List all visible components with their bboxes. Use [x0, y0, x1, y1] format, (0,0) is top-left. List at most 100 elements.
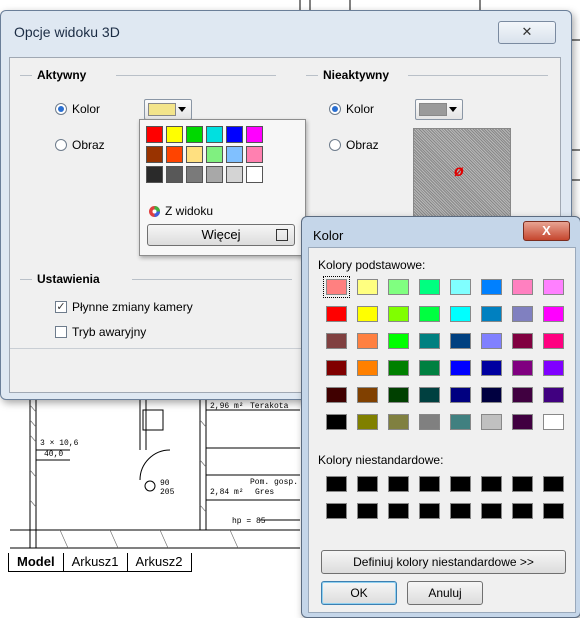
basic-color-swatch[interactable]: [388, 387, 409, 403]
custom-color-swatch[interactable]: [326, 503, 347, 519]
palette-color-swatch[interactable]: [166, 126, 183, 143]
basic-color-swatch[interactable]: [450, 387, 471, 403]
define-custom-colors-button[interactable]: Definiuj kolory niestandardowe >>: [321, 550, 566, 574]
custom-color-swatch[interactable]: [543, 503, 564, 519]
basic-color-swatch[interactable]: [481, 360, 502, 376]
palette-color-swatch[interactable]: [186, 126, 203, 143]
basic-color-swatch[interactable]: [512, 279, 533, 295]
basic-color-swatch[interactable]: [323, 276, 350, 298]
basic-color-swatch[interactable]: [512, 414, 533, 430]
palette-color-swatch[interactable]: [206, 146, 223, 163]
aktywny-kolor-radio[interactable]: Kolor: [55, 102, 100, 116]
basic-color-swatch[interactable]: [326, 387, 347, 403]
basic-color-swatch[interactable]: [419, 333, 440, 349]
basic-color-swatch[interactable]: [481, 333, 502, 349]
basic-color-swatch[interactable]: [543, 360, 564, 376]
ok-button[interactable]: OK: [321, 581, 397, 605]
basic-color-swatch[interactable]: [419, 387, 440, 403]
palette-color-swatch[interactable]: [206, 166, 223, 183]
tab-arkusz1[interactable]: Arkusz1: [62, 553, 128, 572]
basic-color-swatch[interactable]: [388, 414, 409, 430]
custom-color-swatch[interactable]: [543, 476, 564, 492]
basic-color-swatch[interactable]: [419, 360, 440, 376]
basic-color-swatch[interactable]: [450, 360, 471, 376]
basic-color-swatch[interactable]: [357, 387, 378, 403]
smooth-camera-checkbox[interactable]: ✓ Płynne zmiany kamery: [55, 300, 193, 314]
basic-color-swatch[interactable]: [419, 414, 440, 430]
basic-color-swatch[interactable]: [543, 279, 564, 295]
custom-color-swatch[interactable]: [512, 503, 533, 519]
nieaktywny-obraz-radio[interactable]: Obraz: [329, 138, 379, 152]
custom-color-swatch[interactable]: [512, 476, 533, 492]
basic-color-swatch[interactable]: [450, 306, 471, 322]
custom-color-swatch[interactable]: [419, 503, 440, 519]
aktywny-color-dropdown[interactable]: [144, 99, 192, 120]
basic-color-swatch[interactable]: [450, 279, 471, 295]
palette-color-swatch[interactable]: [146, 166, 163, 183]
basic-color-swatch[interactable]: [543, 333, 564, 349]
tab-model[interactable]: Model: [8, 553, 64, 572]
basic-color-swatch[interactable]: [388, 333, 409, 349]
palette-color-swatch[interactable]: [226, 146, 243, 163]
basic-color-swatch[interactable]: [357, 306, 378, 322]
nieaktywny-color-dropdown[interactable]: [415, 99, 463, 120]
aktywny-obraz-radio[interactable]: Obraz: [55, 138, 105, 152]
custom-color-swatch[interactable]: [326, 476, 347, 492]
basic-color-swatch[interactable]: [388, 306, 409, 322]
basic-color-swatch[interactable]: [450, 333, 471, 349]
palette-color-swatch[interactable]: [206, 126, 223, 143]
basic-color-swatch[interactable]: [512, 360, 533, 376]
basic-color-swatch[interactable]: [481, 306, 502, 322]
from-view-option[interactable]: Z widoku: [148, 204, 213, 218]
basic-color-swatch[interactable]: [481, 414, 502, 430]
basic-color-swatch[interactable]: [326, 306, 347, 322]
close-button[interactable]: X: [523, 221, 570, 241]
palette-color-swatch[interactable]: [186, 146, 203, 163]
basic-color-swatch[interactable]: [326, 333, 347, 349]
custom-color-swatch[interactable]: [481, 476, 502, 492]
basic-color-swatch[interactable]: [481, 387, 502, 403]
basic-color-swatch[interactable]: [357, 360, 378, 376]
safe-mode-checkbox[interactable]: Tryb awaryjny: [55, 325, 146, 339]
basic-color-swatch[interactable]: [326, 414, 347, 430]
more-colors-button[interactable]: Więcej: [147, 224, 295, 246]
custom-color-swatch[interactable]: [388, 503, 409, 519]
palette-color-swatch[interactable]: [146, 146, 163, 163]
custom-color-swatch[interactable]: [357, 503, 378, 519]
custom-color-swatch[interactable]: [481, 503, 502, 519]
custom-color-swatch[interactable]: [388, 476, 409, 492]
palette-color-swatch[interactable]: [226, 166, 243, 183]
tab-arkusz2[interactable]: Arkusz2: [126, 553, 192, 572]
palette-color-swatch[interactable]: [246, 166, 263, 183]
basic-color-swatch[interactable]: [512, 333, 533, 349]
custom-color-swatch[interactable]: [357, 476, 378, 492]
palette-color-swatch[interactable]: [166, 166, 183, 183]
basic-color-swatch[interactable]: [419, 306, 440, 322]
basic-color-swatch[interactable]: [388, 360, 409, 376]
palette-color-swatch[interactable]: [246, 126, 263, 143]
basic-color-swatch[interactable]: [543, 306, 564, 322]
palette-color-swatch[interactable]: [246, 146, 263, 163]
basic-color-swatch[interactable]: [326, 360, 347, 376]
basic-color-swatch[interactable]: [419, 279, 440, 295]
palette-color-swatch[interactable]: [166, 146, 183, 163]
basic-color-swatch[interactable]: [388, 279, 409, 295]
palette-color-swatch[interactable]: [226, 126, 243, 143]
basic-color-swatch[interactable]: [450, 414, 471, 430]
cancel-button[interactable]: Anuluj: [407, 581, 483, 605]
palette-color-swatch[interactable]: [186, 166, 203, 183]
custom-color-swatch[interactable]: [419, 476, 440, 492]
close-button[interactable]: ✕: [498, 21, 556, 44]
basic-color-swatch[interactable]: [357, 279, 378, 295]
custom-color-swatch[interactable]: [450, 476, 471, 492]
basic-color-swatch[interactable]: [357, 333, 378, 349]
nieaktywny-kolor-radio[interactable]: Kolor: [329, 102, 374, 116]
basic-color-swatch[interactable]: [481, 279, 502, 295]
basic-color-swatch[interactable]: [543, 414, 564, 430]
basic-color-swatch[interactable]: [512, 387, 533, 403]
basic-color-swatch[interactable]: [357, 414, 378, 430]
custom-color-swatch[interactable]: [450, 503, 471, 519]
basic-color-swatch[interactable]: [543, 387, 564, 403]
basic-color-swatch[interactable]: [512, 306, 533, 322]
palette-color-swatch[interactable]: [146, 126, 163, 143]
